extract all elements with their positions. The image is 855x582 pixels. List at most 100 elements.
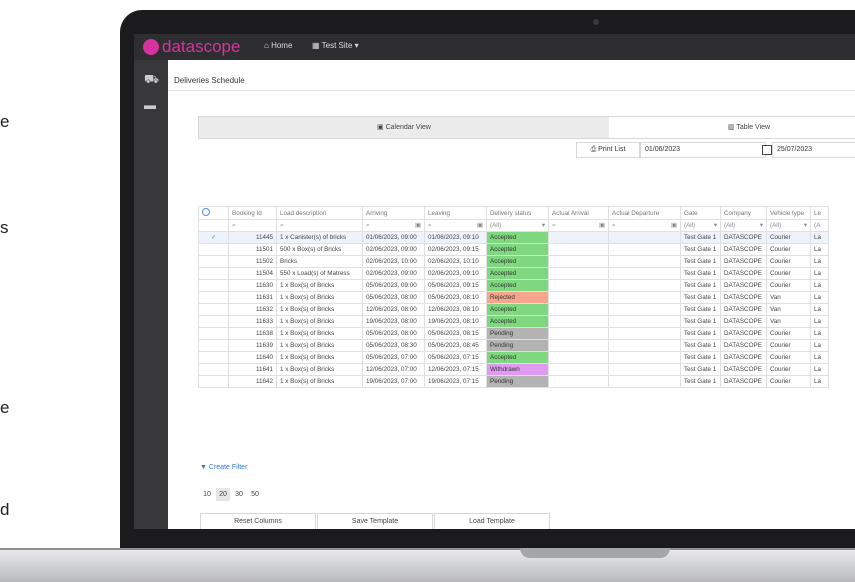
arriving-cell: 12/06/2023, 08:00: [362, 303, 425, 316]
page-size-option[interactable]: 30: [232, 488, 246, 501]
le-cell: La: [810, 315, 829, 328]
filter-search[interactable]: ⌕: [228, 219, 277, 232]
col-header[interactable]: Vehicle type: [766, 206, 811, 220]
load-description-cell: 1 x Box(s) of Bricks: [276, 351, 363, 364]
status-cell: Pending: [486, 327, 549, 340]
filter-select[interactable]: (All) ▾: [486, 219, 549, 232]
date-to-input[interactable]: 25/07/2023: [772, 142, 855, 158]
table-row[interactable]: 11504 550 x Load(s) of Matress 02/06/2023,…: [198, 267, 829, 280]
load-description-cell: 1 x Box(s) of Bricks: [276, 291, 363, 304]
nav-site-dropdown[interactable]: ▦ Test Site ▾: [312, 41, 359, 50]
home-icon: ⌂: [264, 41, 269, 50]
table-row[interactable]: 11639 1 x Box(s) of Bricks 05/06/2023, 08:…: [198, 339, 829, 352]
select-all-checkbox[interactable]: [202, 208, 210, 216]
filter-value: (All): [684, 222, 696, 229]
calendar-picker-icon[interactable]: [762, 145, 772, 155]
row-select-cell: [198, 363, 229, 376]
le-cell: La: [810, 363, 829, 376]
col-header[interactable]: Le: [810, 206, 829, 220]
company-cell: DATASCOPE: [720, 375, 767, 388]
page-size-option-active[interactable]: 20: [216, 488, 230, 501]
table-row[interactable]: 11640 1 x Box(s) of Bricks 05/06/2023, 07:…: [198, 351, 829, 364]
vehicle-type-cell: Courier: [766, 279, 811, 292]
col-header[interactable]: Gate: [680, 206, 721, 220]
leaving-cell: 05/06/2023, 09:15: [424, 279, 487, 292]
filter-select[interactable]: (All) ▾: [680, 219, 721, 232]
left-margin-text: e s e d: [0, 0, 40, 580]
gate-cell: Test Gate 1: [680, 243, 721, 256]
select-all-cell[interactable]: [198, 206, 229, 220]
load-description-cell: 500 x Box(s) of Bricks: [276, 243, 363, 256]
date-from-input[interactable]: 01/06/2023: [640, 142, 766, 158]
filter-search[interactable]: ⌕ ▣: [362, 219, 425, 232]
col-header[interactable]: Arriving: [362, 206, 425, 220]
status-cell: Accepted: [486, 243, 549, 256]
col-header[interactable]: Booking Id: [228, 206, 277, 220]
filter-value: (All): [724, 222, 736, 229]
actual-arrival-cell: [548, 279, 609, 292]
page-size-option[interactable]: 50: [248, 488, 262, 501]
nav-home-link[interactable]: ⌂ Home: [264, 41, 292, 50]
table-row[interactable]: 11502 Bricks 02/06/2023, 10:00 02/06/2023, …: [198, 255, 829, 268]
table-row[interactable]: 11631 1 x Box(s) of Bricks 05/06/2023, 08:…: [198, 291, 829, 304]
caret-down-icon: ▾: [803, 222, 807, 229]
table-row[interactable]: 11501 500 x Box(s) of Bricks 02/06/2023, 0…: [198, 243, 829, 256]
check-icon[interactable]: ✓: [211, 234, 216, 241]
filter-search[interactable]: ⌕: [276, 219, 363, 232]
calendar-view-button[interactable]: ▣ Calendar View: [199, 117, 609, 138]
table-row[interactable]: 11642 1 x Box(s) of Bricks 19/06/2023, 07:…: [198, 375, 829, 388]
logo-icon: [143, 39, 159, 55]
booking-id-cell: 11633: [228, 315, 277, 328]
save-template-button[interactable]: Save Template: [317, 513, 433, 529]
leaving-cell: 02/06/2023, 09:10: [424, 267, 487, 280]
sidebar-item-folder[interactable]: ▬: [144, 98, 158, 112]
status-cell: Rejected: [486, 291, 549, 304]
filter-search[interactable]: ⌕ ▣: [608, 219, 681, 232]
load-template-button[interactable]: Load Template: [434, 513, 550, 529]
leaving-cell: 01/06/2023, 09:10: [424, 231, 487, 244]
table-row[interactable]: 11633 1 x Box(s) of Bricks 19/06/2023, 08:…: [198, 315, 829, 328]
reset-columns-button[interactable]: Reset Columns: [200, 513, 316, 529]
col-header[interactable]: Leaving: [424, 206, 487, 220]
col-header[interactable]: Load description: [276, 206, 363, 220]
table-row[interactable]: 11638 1 x Box(s) of Bricks 05/06/2023, 08:…: [198, 327, 829, 340]
calendar-view-label: Calendar View: [385, 124, 431, 131]
company-cell: DATASCOPE: [720, 291, 767, 304]
load-description-cell: 1 x Box(s) of Bricks: [276, 315, 363, 328]
sidebar-item-deliveries[interactable]: ⛟: [144, 72, 159, 86]
left-text-2: s: [0, 218, 9, 237]
le-cell: La: [810, 231, 829, 244]
table-row[interactable]: 11630 1 x Box(s) of Bricks 05/06/2023, 09:…: [198, 279, 829, 292]
print-list-button[interactable]: ⎙ Print List: [576, 142, 640, 158]
le-cell: La: [810, 279, 829, 292]
status-cell: Accepted: [486, 303, 549, 316]
table-view-button[interactable]: ▥ Table View: [609, 117, 855, 138]
col-header[interactable]: Actual Departure: [608, 206, 681, 220]
vehicle-type-cell: Courier: [766, 351, 811, 364]
col-header[interactable]: Company: [720, 206, 767, 220]
table-row[interactable]: 11632 1 x Box(s) of Bricks 12/06/2023, 08:…: [198, 303, 829, 316]
load-description-cell: 1 x Box(s) of Bricks: [276, 327, 363, 340]
le-cell: La: [810, 291, 829, 304]
filter-select[interactable]: (A: [810, 219, 829, 232]
booking-id-cell: 11641: [228, 363, 277, 376]
filter-select[interactable]: (All) ▾: [766, 219, 811, 232]
page-size-option[interactable]: 10: [200, 488, 214, 501]
table-row[interactable]: ✓ 11445 1 x Canister(s) of bricks 01/06/202…: [198, 231, 829, 244]
arriving-cell: 05/06/2023, 07:00: [362, 351, 425, 364]
filter-search[interactable]: ⌕ ▣: [548, 219, 609, 232]
table-row[interactable]: 11641 1 x Box(s) of Bricks 12/06/2023, 07:…: [198, 363, 829, 376]
laptop-base: [0, 548, 855, 582]
col-header[interactable]: Delivery status: [486, 206, 549, 220]
filter-select[interactable]: (All) ▾: [720, 219, 767, 232]
caret-down-icon: ▾: [759, 222, 763, 229]
create-filter-link[interactable]: ▼ Create Filter: [200, 464, 247, 471]
booking-id-cell: 11445: [228, 231, 277, 244]
col-header[interactable]: Actual Arrival: [548, 206, 609, 220]
folder-icon: ▬: [144, 98, 156, 112]
arriving-cell: 12/06/2023, 07:00: [362, 363, 425, 376]
status-cell: Accepted: [486, 267, 549, 280]
leaving-cell: 12/06/2023, 08:10: [424, 303, 487, 316]
filter-search[interactable]: ⌕ ▣: [424, 219, 487, 232]
booking-id-cell: 11631: [228, 291, 277, 304]
